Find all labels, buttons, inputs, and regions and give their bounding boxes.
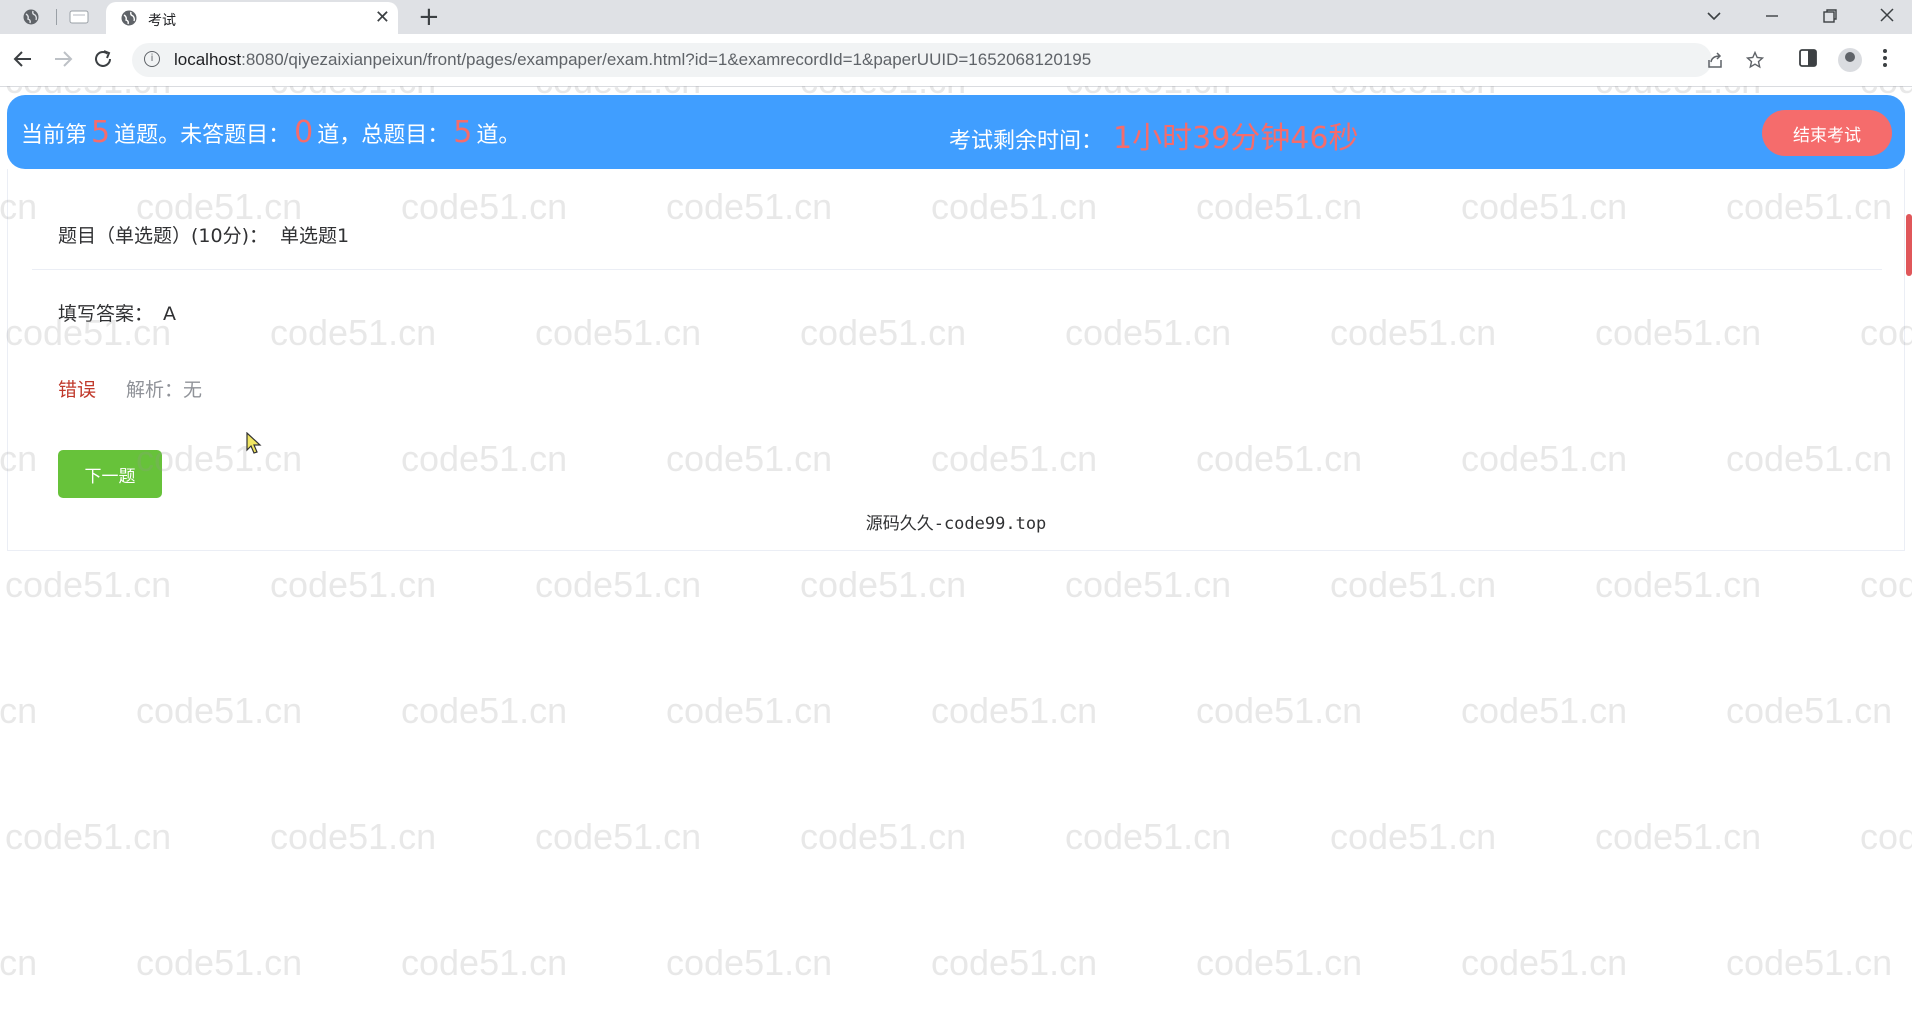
end-exam-button[interactable]: 结束考试 xyxy=(1762,110,1892,156)
tab-search-button[interactable] xyxy=(14,4,48,30)
question-title: 题目（单选题）(10分)： 单选题1 xyxy=(58,221,349,248)
watermark-text: code51.cn xyxy=(1595,564,1762,605)
pinned-tab[interactable] xyxy=(62,4,96,30)
profile-avatar[interactable] xyxy=(1838,48,1862,72)
watermark-text: code51.cn xyxy=(1726,942,1893,983)
back-arrow-icon[interactable] xyxy=(12,48,34,70)
watermark-text: code51.cn xyxy=(1065,816,1232,857)
watermark-text: code51.cn xyxy=(136,942,303,983)
watermark-text: code51.cn xyxy=(1726,690,1893,731)
watermark-text: code51.cn xyxy=(5,564,172,605)
divider xyxy=(32,269,1882,270)
new-tab-button[interactable]: + xyxy=(418,2,440,32)
watermark-text: code51.cn xyxy=(0,690,38,731)
remaining-time: 考试剩余时间： 1小时39分钟46秒 xyxy=(949,113,1358,157)
bookmark-star-icon[interactable] xyxy=(1746,51,1764,69)
scrollbar-handle[interactable] xyxy=(1906,214,1912,276)
url-text[interactable]: localhost:8080/qiyezaixianpeixun/front/p… xyxy=(174,50,1091,70)
watermark-text: code51.cn xyxy=(1860,564,1912,605)
result-row: 错误 解析：无 xyxy=(58,375,202,402)
watermark-text: code51.cn xyxy=(666,690,833,731)
watermark-text: code51.cn xyxy=(535,564,702,605)
question-card: 题目（单选题）(10分)： 单选题1 填写答案： A 错误 解析：无 下一题 源码久久… xyxy=(7,169,1905,551)
watermark-text: code51.cn xyxy=(0,942,38,983)
total-label: 道，总题目： xyxy=(317,123,450,148)
restore-icon[interactable] xyxy=(1822,8,1838,24)
reload-icon[interactable] xyxy=(92,48,114,70)
minimize-icon[interactable] xyxy=(1764,8,1780,24)
address-bar[interactable]: i localhost:8080/qiyezaixianpeixun/front… xyxy=(132,43,1764,77)
answer-label: 填写答案： xyxy=(58,303,154,325)
watermark-text: code51.cn xyxy=(1196,690,1363,731)
answer-row: 填写答案： A xyxy=(58,299,176,326)
watermark-text: code51.cn xyxy=(1461,942,1628,983)
current-label: 当前第 xyxy=(21,123,88,148)
analysis-text: 解析：无 xyxy=(126,379,203,401)
browser-tab-bar: 考试 ✕ + xyxy=(0,0,1912,34)
active-tab[interactable]: 考试 ✕ xyxy=(106,2,398,34)
side-panel-icon[interactable] xyxy=(1798,48,1818,68)
tab-title: 考试 xyxy=(148,13,176,29)
question-text: 单选题1 xyxy=(280,225,350,247)
mouse-cursor-icon xyxy=(246,432,262,454)
watermark-text: code51.cn xyxy=(800,816,967,857)
tab-search-chevron-icon[interactable] xyxy=(1706,8,1722,24)
watermark-text: code51.cn xyxy=(270,816,437,857)
watermark-text: code51.cn xyxy=(5,816,172,857)
watermark-text: code51.cn xyxy=(800,564,967,605)
watermark-text: code51.cn xyxy=(1461,690,1628,731)
forward-arrow-icon[interactable] xyxy=(52,48,74,70)
watermark-text: code51.cn xyxy=(1196,942,1363,983)
unanswered-count: 0 xyxy=(294,115,314,150)
watermark-text: code51.cn xyxy=(535,816,702,857)
footer-note: 源码久久-code99.top xyxy=(865,514,1047,534)
time-value: 1小时39分钟46秒 xyxy=(1113,121,1359,156)
tab-separator xyxy=(56,9,57,25)
share-icon[interactable] xyxy=(1706,51,1724,69)
watermark-text: code51.cn xyxy=(1330,816,1497,857)
question-type-label: 题目（单选题）(10分)： xyxy=(58,225,269,247)
watermark-text: code51.cn xyxy=(401,942,568,983)
next-question-button[interactable]: 下一题 xyxy=(58,450,162,498)
close-tab-icon[interactable]: ✕ xyxy=(375,7,390,28)
result-status: 错误 xyxy=(58,379,97,401)
globe-icon xyxy=(23,9,39,25)
exam-status-bar: 当前第 5 道题。未答题目： 0 道，总题目： 5 道。 考试剩余时间： 1小时39分钟46秒… xyxy=(7,95,1905,169)
close-window-icon[interactable] xyxy=(1878,6,1896,24)
total-suffix: 道。 xyxy=(476,123,521,148)
menu-dots-icon[interactable] xyxy=(1882,48,1888,68)
unanswered-label: 道题。未答题目： xyxy=(114,123,291,148)
browser-toolbar: i localhost:8080/qiyezaixianpeixun/front… xyxy=(0,34,1912,87)
watermark-text: code51.cn xyxy=(270,564,437,605)
watermark-text: code51.cn xyxy=(1065,564,1232,605)
total-count: 5 xyxy=(453,115,473,150)
current-question-number: 5 xyxy=(91,115,111,150)
watermark-text: code51.cn xyxy=(136,690,303,731)
answer-value: A xyxy=(163,303,177,325)
watermark-text: code51.cn xyxy=(1330,564,1497,605)
progress-summary: 当前第 5 道题。未答题目： 0 道，总题目： 5 道。 xyxy=(21,115,520,150)
watermark-text: code51.cn xyxy=(1595,816,1762,857)
watermark-text: code51.cn xyxy=(666,942,833,983)
blank-page-icon xyxy=(69,10,89,24)
watermark-text: code51.cn xyxy=(931,942,1098,983)
site-info-icon[interactable]: i xyxy=(144,51,160,67)
time-label: 考试剩余时间： xyxy=(949,129,1104,154)
globe-icon xyxy=(121,10,137,26)
watermark-text: code51.cn xyxy=(401,690,568,731)
watermark-text: code51.cn xyxy=(931,690,1098,731)
watermark-text: code51.cn xyxy=(1860,816,1912,857)
